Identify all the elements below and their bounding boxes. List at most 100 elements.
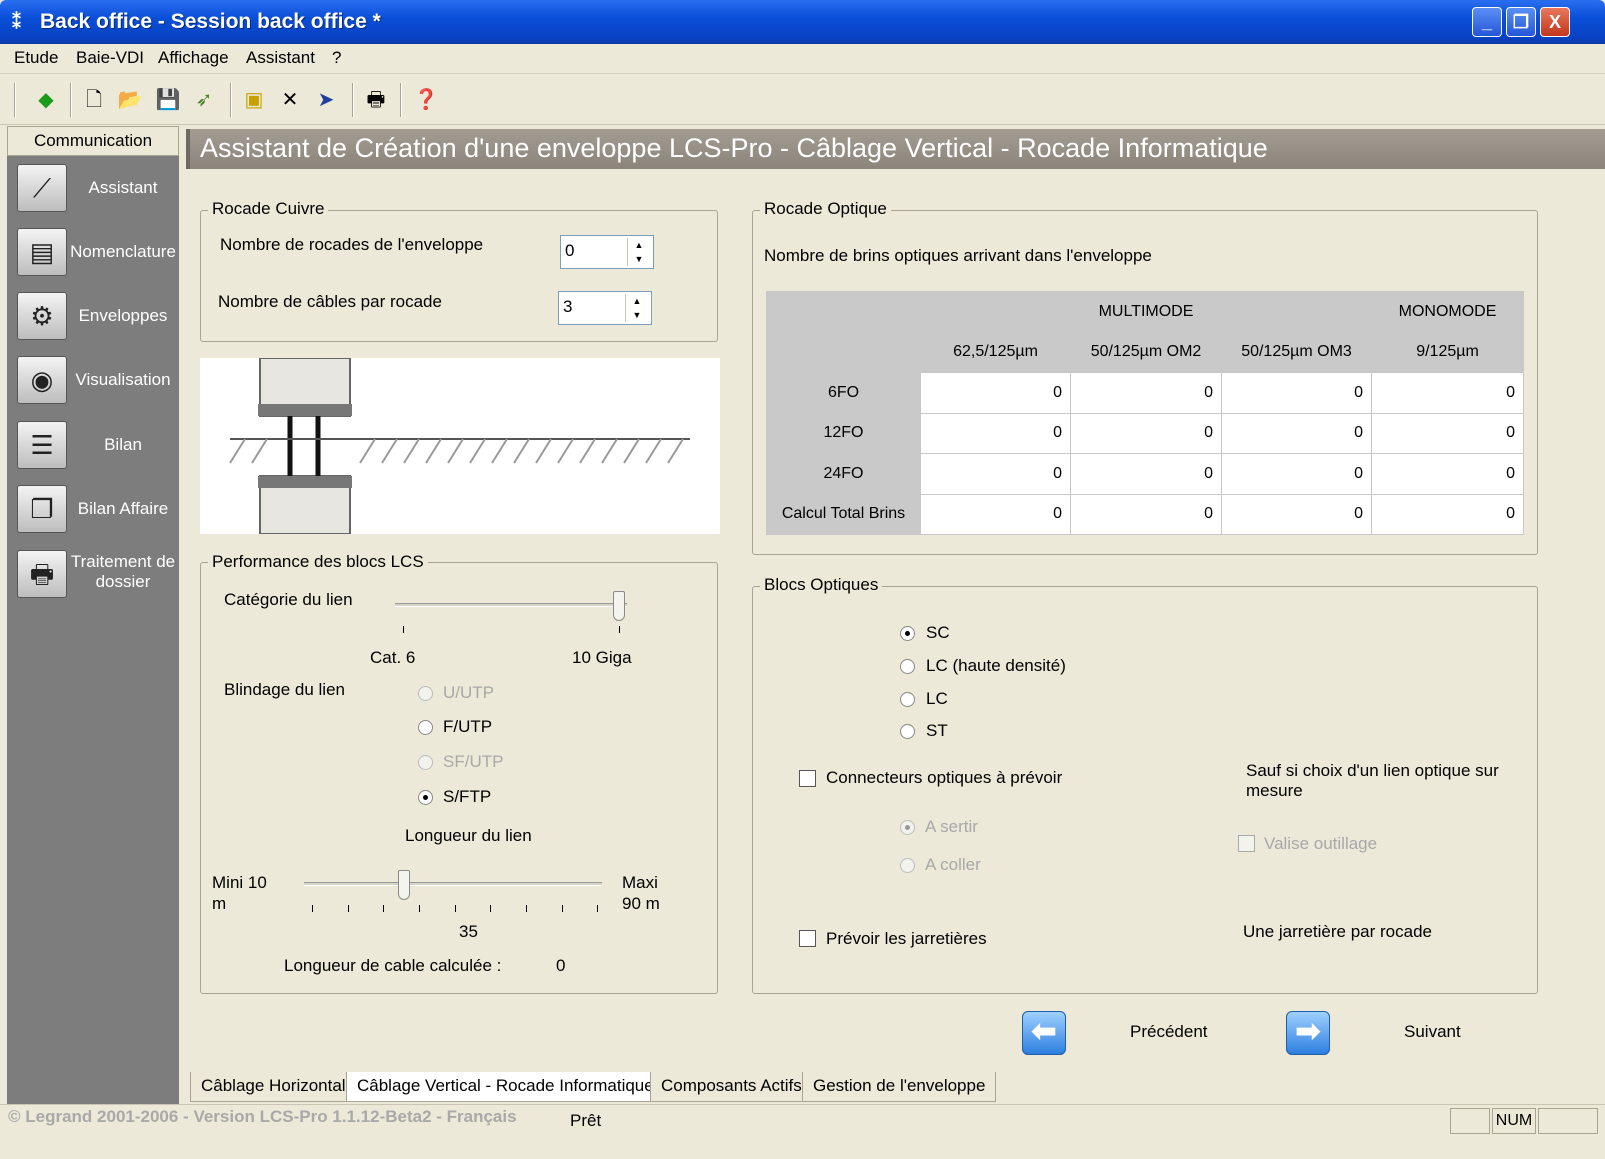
help-icon[interactable]: ❓ — [412, 86, 440, 114]
radio-label-u-utp: U/UTP — [443, 683, 494, 702]
radio-u-utp[interactable] — [418, 686, 433, 701]
decrement-icon[interactable]: ▼ — [628, 252, 650, 266]
sidebar-item-label: Visualisation — [75, 370, 171, 389]
tab-cablage-horizontal[interactable]: Câblage Horizontal — [190, 1072, 357, 1102]
table-cell[interactable]: 0 — [1371, 453, 1524, 495]
categorie-slider-thumb[interactable] — [613, 591, 625, 621]
next-button-label[interactable]: Suivant — [1404, 1022, 1461, 1042]
save-icon[interactable]: 💾 — [154, 86, 182, 114]
categorie-max-label: 10 Giga — [572, 648, 632, 667]
sidebar-item-traitement[interactable]: 🖶 Traitement de dossier — [7, 544, 179, 604]
radio-coller[interactable] — [900, 858, 915, 873]
rocades-label: Nombre de rocades de l'enveloppe — [220, 235, 484, 254]
open-folder-icon[interactable]: 📂 — [116, 86, 144, 114]
tab-cablage-vertical[interactable]: Câblage Vertical - Rocade Informatique — [346, 1072, 665, 1102]
longueur-max-label: Maxi — [622, 873, 658, 892]
table-group-empty — [920, 291, 1071, 333]
blindage-label: Blindage du lien — [224, 680, 345, 699]
sidebar-item-visualisation[interactable]: ◉ Visualisation — [7, 350, 179, 410]
new-document-icon[interactable]: 🗋 — [80, 86, 108, 114]
longueur-label: Longueur du lien — [405, 826, 532, 845]
minimize-button[interactable]: _ — [1472, 7, 1502, 37]
radio-sc[interactable] — [900, 626, 915, 641]
increment-icon[interactable]: ▲ — [628, 238, 650, 252]
radio-label-sf-utp: SF/UTP — [443, 752, 504, 771]
radio-lc-haute-densite[interactable] — [900, 659, 915, 674]
valise-checkbox[interactable] — [1238, 835, 1255, 852]
sidebar-item-bilan[interactable]: ☰ Bilan — [7, 415, 179, 475]
app-icon: ⁑ — [12, 12, 21, 32]
table-cell[interactable]: 0 — [920, 453, 1071, 495]
longueur-value: 35 — [459, 922, 478, 941]
table-cell[interactable]: 0 — [1221, 372, 1372, 414]
table-cell[interactable]: 0 — [1070, 372, 1222, 414]
status-panel — [1450, 1108, 1490, 1134]
radio-sf-utp[interactable] — [418, 755, 433, 770]
close-button[interactable]: X — [1540, 7, 1570, 37]
sidebar-item-bilan-affaire[interactable]: ❐ Bilan Affaire — [7, 479, 179, 539]
tab-composants-actifs[interactable]: Composants Actifs — [650, 1072, 813, 1102]
next-arrow-icon[interactable]: ➡ — [1286, 1011, 1330, 1055]
connecteurs-checkbox[interactable] — [799, 770, 816, 787]
table-cell[interactable]: 0 — [920, 412, 1071, 454]
menu-help[interactable]: ? — [332, 48, 341, 68]
cables-stepper[interactable]: 3 ▲ ▼ — [558, 291, 652, 325]
export-icon[interactable]: ➶ — [190, 86, 218, 114]
column-header: 50/125µm OM2 — [1070, 331, 1222, 373]
sidebar-header[interactable]: Communication — [7, 126, 179, 156]
longueur-slider-thumb[interactable] — [398, 870, 410, 900]
sidebar-item-label: Enveloppes — [78, 306, 168, 325]
rocades-stepper[interactable]: 0 ▲ ▼ — [560, 235, 654, 269]
radio-lc[interactable] — [900, 692, 915, 707]
menu-baie-vdi[interactable]: Baie-VDI — [76, 48, 144, 68]
table-cell[interactable]: 0 — [920, 372, 1071, 414]
table-cell[interactable]: 0 — [1371, 412, 1524, 454]
column-header: 9/125µm — [1371, 331, 1524, 373]
table-cell[interactable]: 0 — [1070, 453, 1222, 495]
report-icon: ☰ — [17, 421, 67, 469]
menu-etude[interactable]: Etude — [14, 48, 58, 68]
cable-calc-label: Longueur de cable calculée : — [284, 956, 502, 975]
categorie-slider[interactable] — [395, 603, 627, 607]
sidebar-item-assistant[interactable]: ⟋ Assistant — [7, 158, 179, 218]
sidebar-item-nomenclature[interactable]: ▤ Nomenclature — [7, 222, 179, 282]
radio-label-coller: A coller — [925, 855, 981, 874]
row-header: 12FO — [766, 412, 921, 454]
radio-st[interactable] — [900, 724, 915, 739]
tab-gestion-enveloppe[interactable]: Gestion de l'enveloppe — [802, 1072, 997, 1102]
categorie-min-label: Cat. 6 — [370, 648, 416, 667]
connecteurs-label: Connecteurs optiques à prévoir — [826, 768, 1063, 787]
documents-icon: ❐ — [17, 485, 67, 533]
table-cell[interactable]: 0 — [1221, 412, 1372, 454]
table-cell[interactable]: 0 — [1070, 412, 1222, 454]
maximize-button[interactable]: ❐ — [1506, 7, 1536, 37]
toggle-panel-icon[interactable]: ◆ — [32, 86, 60, 114]
table-cell[interactable]: 0 — [1371, 372, 1524, 414]
radio-sertir[interactable] — [900, 820, 915, 835]
valise-label: Valise outillage — [1264, 834, 1378, 853]
increment-icon[interactable]: ▲ — [626, 294, 648, 308]
radio-f-utp[interactable] — [418, 720, 433, 735]
slider-tick — [490, 905, 491, 912]
table-cell[interactable]: 0 — [1221, 453, 1372, 495]
previous-button-label[interactable]: Précédent — [1130, 1022, 1208, 1042]
table-group-header: MONOMODE — [1371, 291, 1524, 333]
longueur-max-unit: 90 m — [622, 894, 660, 913]
print-icon[interactable]: 🖶 — [362, 86, 390, 114]
delete-icon[interactable]: ✕ — [276, 86, 304, 114]
menu-assistant[interactable]: Assistant — [246, 48, 315, 68]
radio-s-ftp[interactable] — [418, 790, 433, 805]
properties-icon[interactable]: ▣ — [240, 86, 268, 114]
decrement-icon[interactable]: ▼ — [626, 308, 648, 322]
longueur-slider[interactable] — [304, 882, 602, 886]
row-header: Calcul Total Brins — [766, 493, 921, 535]
table-cell: 0 — [1221, 493, 1372, 535]
rocade-cuivre-legend: Rocade Cuivre — [208, 199, 329, 219]
jarretieres-checkbox[interactable] — [799, 930, 816, 947]
sidebar-item-enveloppes[interactable]: ⚙ Enveloppes — [7, 286, 179, 346]
menu-affichage[interactable]: Affichage — [158, 48, 229, 68]
table-cell: 0 — [1070, 493, 1222, 535]
previous-arrow-icon[interactable]: ⬅ — [1022, 1011, 1066, 1055]
radio-label-sc: SC — [926, 623, 950, 642]
import-icon[interactable]: ➤ — [312, 86, 340, 114]
